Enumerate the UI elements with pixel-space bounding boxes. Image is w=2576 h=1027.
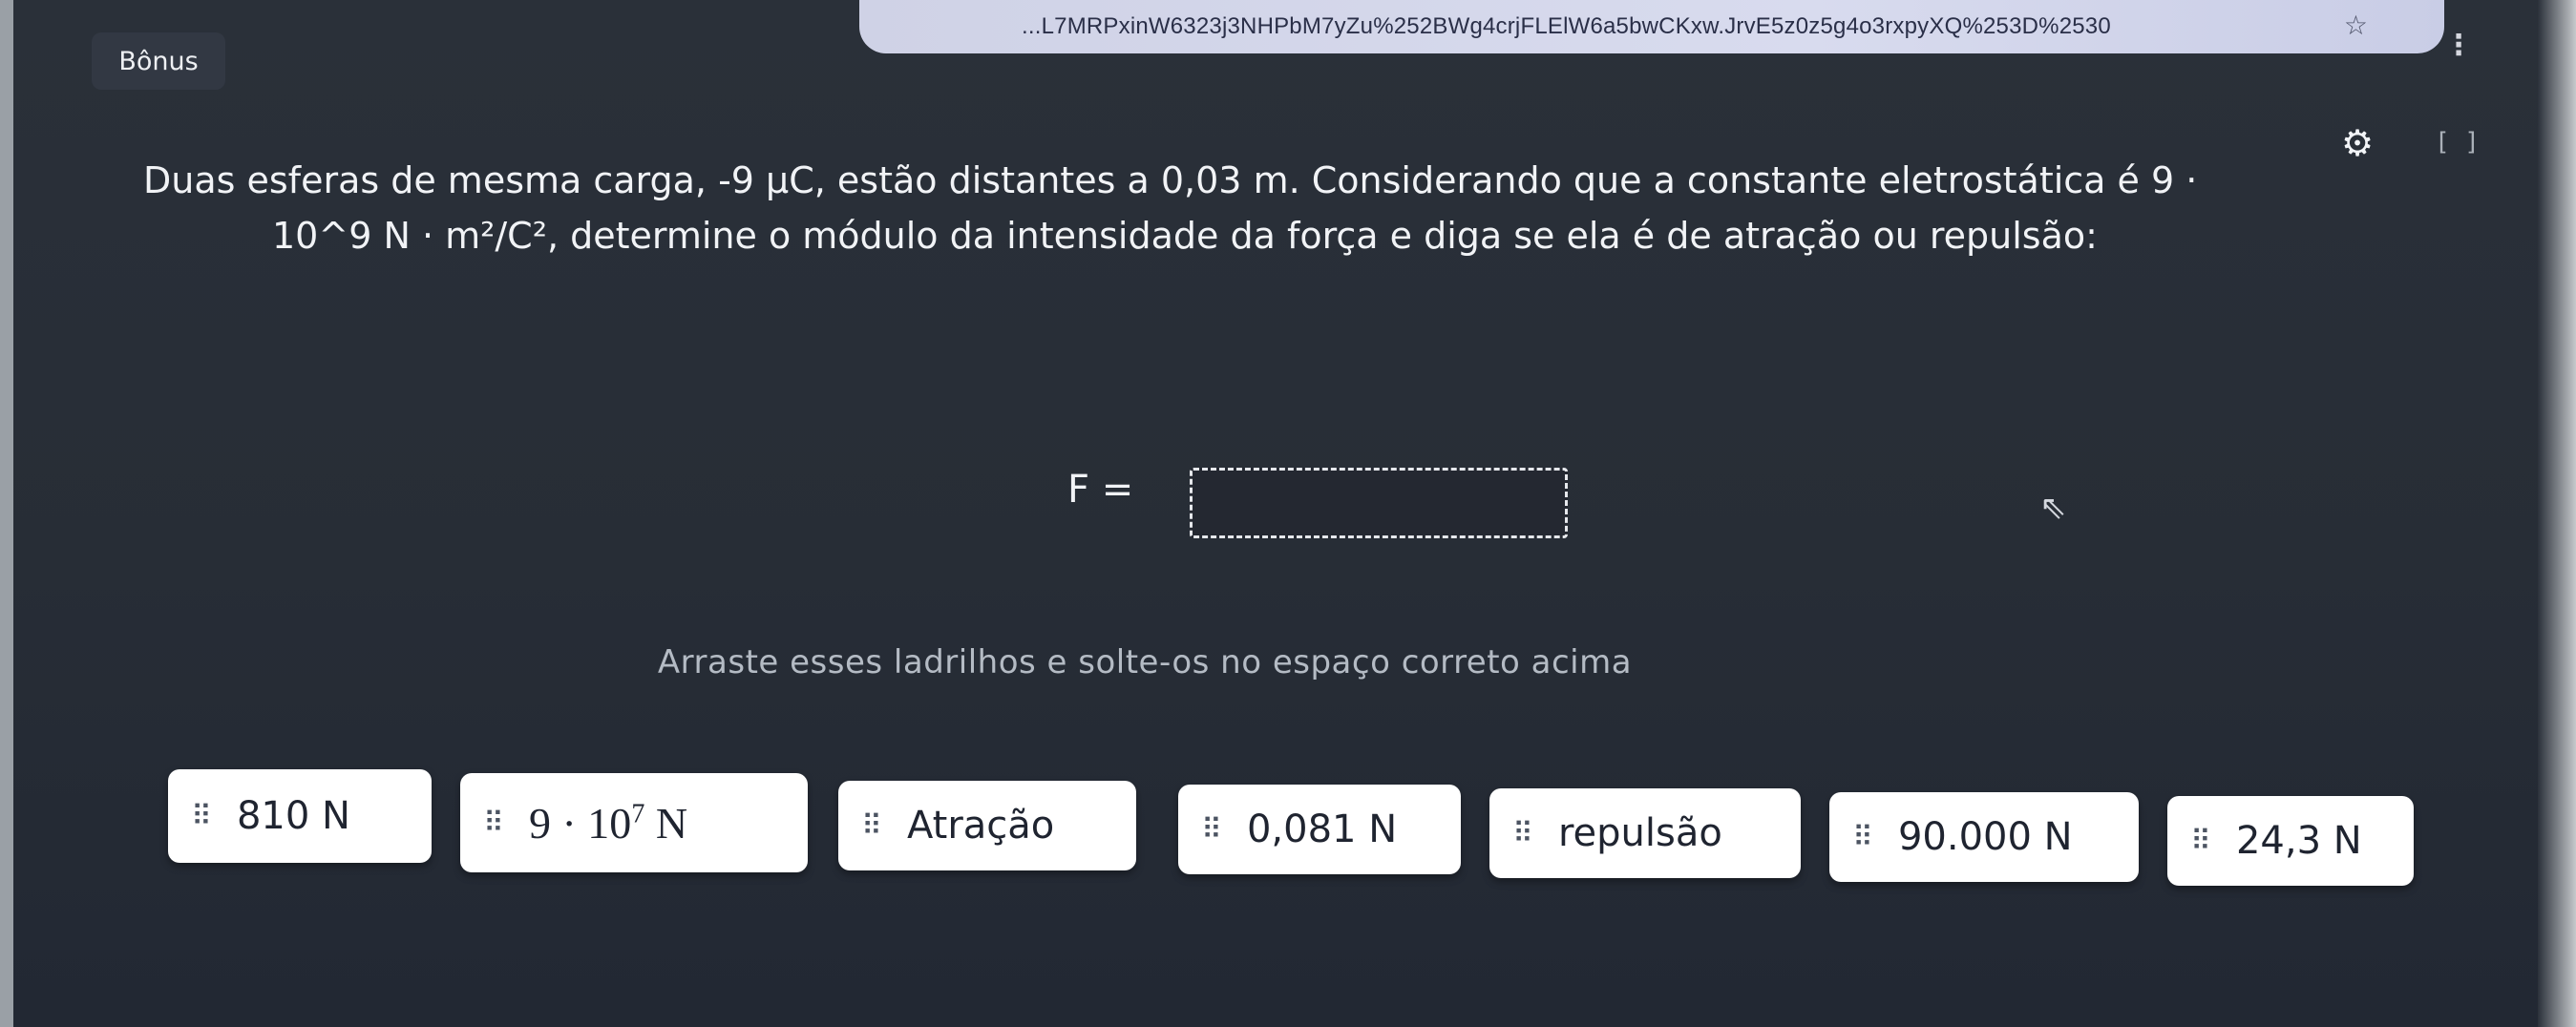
- drag-handle-icon: ⠿: [861, 808, 882, 843]
- tile-0081-n[interactable]: ⠿ 0,081 N: [1178, 785, 1461, 874]
- drag-handle-icon: ⠿: [1201, 812, 1222, 847]
- tile-base: 9 · 10: [528, 798, 632, 848]
- question-line-2: 10^9 N · m²/C², determine o módulo da in…: [143, 208, 2473, 263]
- tile-810-n[interactable]: ⠿ 810 N: [168, 769, 432, 863]
- formula-label: F =: [1067, 468, 1134, 512]
- url-text[interactable]: ...L7MRPxinW6323j3NHPbM7yZu%252BWg4crjFL…: [1022, 13, 2111, 40]
- tile-exponent: 7: [631, 799, 645, 829]
- tile-label: 0,081 N: [1246, 807, 1398, 851]
- drag-handle-icon: ⠿: [483, 806, 504, 840]
- tile-9e7-n[interactable]: ⠿ 9 · 107 N: [460, 773, 808, 872]
- bonus-tab[interactable]: Bônus: [92, 32, 225, 90]
- answer-drop-zone[interactable]: [1190, 468, 1568, 538]
- left-screen-edge: [0, 0, 13, 1027]
- tile-label: 9 · 107 N: [529, 798, 687, 849]
- tile-label: Atração: [906, 804, 1055, 848]
- right-screen-edge: [2538, 0, 2576, 1027]
- browser-menu-icon[interactable]: ⋮: [2444, 29, 2473, 62]
- tile-label: 24,3 N: [2235, 819, 2362, 863]
- tile-label: 90.000 N: [1897, 815, 2073, 859]
- tile-label: 810 N: [236, 794, 350, 838]
- bookmark-star-icon[interactable]: ☆: [2344, 10, 2368, 41]
- constant-value: 10^9 N · m²/C²: [272, 215, 547, 257]
- tile-repulsao[interactable]: ⠿ repulsão: [1489, 788, 1801, 878]
- tile-atracao[interactable]: ⠿ Atração: [838, 781, 1136, 870]
- drag-handle-icon: ⠿: [191, 799, 212, 833]
- bonus-tab-label: Bônus: [118, 46, 199, 76]
- mouse-cursor-icon: ⇖: [2039, 489, 2067, 527]
- tile-label: repulsão: [1557, 811, 1722, 855]
- drag-instruction: Arraste esses ladrilhos e solte-os no es…: [657, 643, 1633, 681]
- question-line-2-rest: , determine o módulo da intensidade da f…: [546, 215, 2098, 257]
- drag-handle-icon: ⠿: [1512, 816, 1533, 850]
- tile-90000-n[interactable]: ⠿ 90.000 N: [1829, 792, 2139, 882]
- browser-address-bar[interactable]: ...L7MRPxinW6323j3NHPbM7yZu%252BWg4crjFL…: [859, 0, 2444, 53]
- question-line-1: Duas esferas de mesma carga, -9 µC, estã…: [143, 159, 2198, 201]
- question-text: Duas esferas de mesma carga, -9 µC, estã…: [143, 153, 2473, 263]
- drag-handle-icon: ⠿: [2190, 824, 2211, 858]
- tile-243-n[interactable]: ⠿ 24,3 N: [2167, 796, 2414, 886]
- tile-unit: N: [655, 798, 688, 848]
- drag-handle-icon: ⠿: [1852, 820, 1873, 854]
